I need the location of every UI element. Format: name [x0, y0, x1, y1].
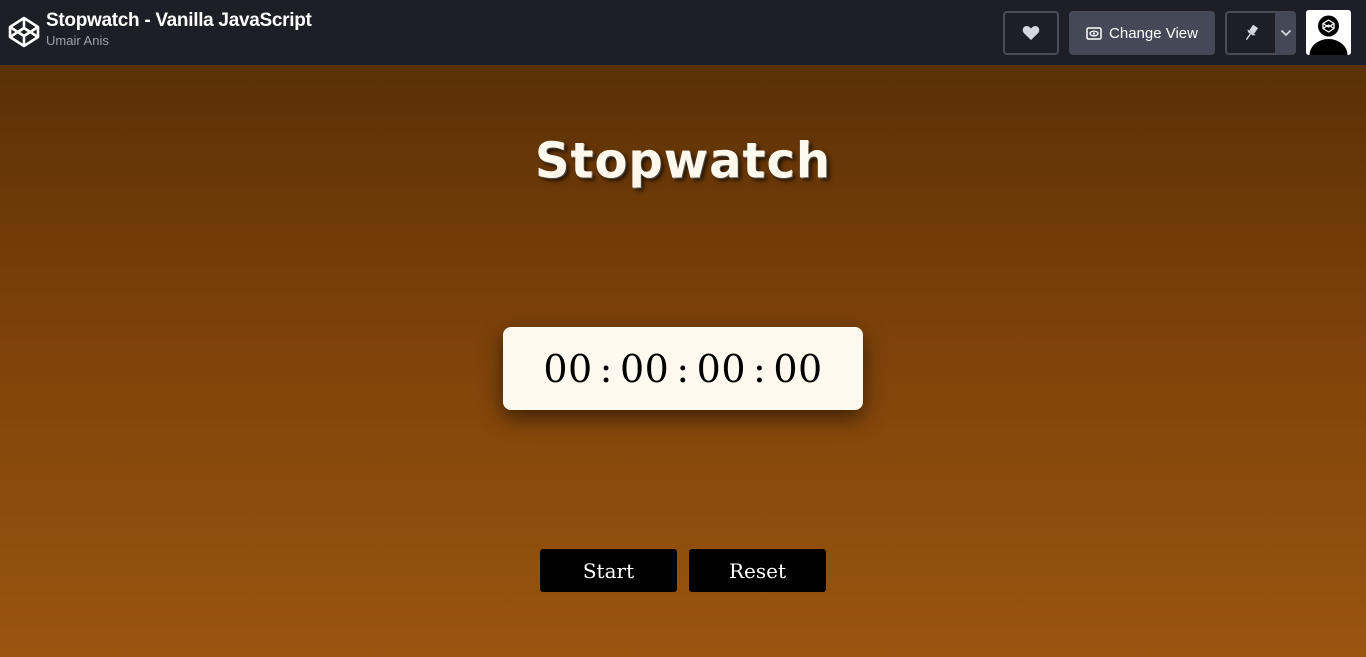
pen-title[interactable]: Stopwatch - Vanilla JavaScript	[46, 9, 312, 33]
start-button[interactable]: Start	[540, 549, 677, 592]
stopwatch-heading: Stopwatch	[534, 132, 832, 190]
seconds-value: 00	[696, 346, 747, 391]
like-button[interactable]	[1003, 11, 1059, 55]
minutes-value: 00	[619, 346, 670, 391]
editor-header: Stopwatch - Vanilla JavaScript Umair Ani…	[0, 0, 1366, 65]
chevron-down-icon	[1280, 29, 1291, 37]
pin-icon	[1245, 24, 1259, 40]
pin-dropdown-button[interactable]	[1275, 11, 1296, 55]
heart-icon	[1022, 26, 1040, 40]
codepen-logo-icon[interactable]	[8, 16, 40, 48]
pen-title-block: Stopwatch - Vanilla JavaScript Umair Ani…	[46, 9, 312, 49]
user-avatar[interactable]	[1306, 10, 1351, 55]
centiseconds-value: 00	[773, 346, 823, 391]
time-separator: :	[599, 346, 613, 391]
time-separator: :	[676, 346, 690, 391]
preview-stage: Stopwatch 00 : 00 : 00 : 00 Start Reset	[0, 65, 1366, 657]
change-view-label: Change View	[1109, 24, 1198, 42]
time-display: 00 : 00 : 00 : 00	[503, 327, 863, 410]
eye-window-icon	[1086, 26, 1102, 40]
pin-button[interactable]	[1225, 11, 1275, 55]
time-separator: :	[753, 346, 767, 391]
change-view-button[interactable]: Change View	[1069, 11, 1215, 55]
pen-author[interactable]: Umair Anis	[46, 33, 312, 49]
hours-value: 00	[543, 346, 593, 391]
reset-button[interactable]: Reset	[689, 549, 826, 592]
